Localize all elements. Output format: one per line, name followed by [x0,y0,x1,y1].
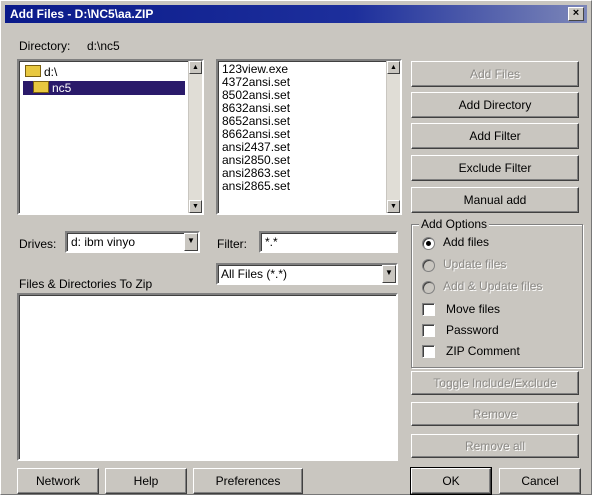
add-files-dialog: Add Files - D:\NC5\aa.ZIP × Directory: d… [0,0,592,495]
add-files-button[interactable]: Add Files [411,61,579,87]
scroll-up-icon[interactable]: ▲ [189,61,202,74]
zip-comment-checkbox[interactable] [422,345,435,358]
ok-button[interactable]: OK [410,467,492,495]
add-update-files-radio-label: Add & Update files [443,279,543,293]
add-update-files-radio[interactable] [422,281,435,294]
zip-comment-label: ZIP Comment [446,344,520,358]
chevron-down-icon[interactable]: ▼ [184,233,198,251]
folder-open-icon [33,81,49,93]
add-directory-button[interactable]: Add Directory [411,92,579,118]
file-list[interactable]: 123view.exe 4372ansi.set 8502ansi.set 86… [216,59,402,215]
folder-open-icon [25,65,41,77]
add-files-radio-label: Add files [443,235,490,249]
file-type-combo[interactable]: All Files (*.*) ▼ [216,263,398,285]
scroll-down-icon[interactable]: ▼ [189,200,202,213]
files-to-zip-list[interactable] [17,293,398,461]
move-files-checkbox[interactable] [422,303,435,316]
help-button[interactable]: Help [105,468,187,494]
file-list-scrollbar[interactable]: ▲ ▼ [386,61,400,213]
tree-item-root[interactable]: d:\ [25,65,57,79]
toggle-include-exclude-button[interactable]: Toggle Include/Exclude [411,371,579,395]
password-checkbox[interactable] [422,324,435,337]
scroll-up-icon[interactable]: ▲ [387,61,400,74]
list-item[interactable]: ansi2865.set [222,180,290,193]
remove-all-button[interactable]: Remove all [411,434,579,458]
drives-label: Drives: [19,237,57,251]
filter-label: Filter: [217,237,247,251]
exclude-filter-button[interactable]: Exclude Filter [411,155,579,181]
add-filter-button[interactable]: Add Filter [411,123,579,149]
scroll-down-icon[interactable]: ▼ [387,200,400,213]
close-button[interactable]: × [568,7,584,21]
file-list-items: 123view.exe 4372ansi.set 8502ansi.set 86… [222,63,290,193]
network-button[interactable]: Network [17,468,99,494]
password-label: Password [446,323,499,337]
preferences-button[interactable]: Preferences [193,468,303,494]
update-files-radio-label: Update files [443,257,507,271]
title-bar[interactable]: Add Files - D:\NC5\aa.ZIP × [5,5,587,23]
window-title: Add Files - D:\NC5\aa.ZIP [10,7,154,21]
cancel-button[interactable]: Cancel [499,468,581,494]
tree-item-selected[interactable]: nc5 [23,81,185,95]
tree-scrollbar[interactable]: ▲ ▼ [188,61,202,213]
remove-button[interactable]: Remove [411,402,579,426]
add-files-radio[interactable] [422,237,435,250]
directory-value: d:\nc5 [87,39,120,53]
files-to-zip-label: Files & Directories To Zip [19,277,153,291]
directory-tree[interactable]: d:\ nc5 ▲ ▼ [17,59,204,215]
filter-input[interactable]: *.* [259,231,398,253]
update-files-radio[interactable] [422,259,435,272]
manual-add-button[interactable]: Manual add [411,187,579,213]
move-files-label: Move files [446,302,501,316]
chevron-down-icon[interactable]: ▼ [382,265,396,283]
drives-combo[interactable]: d: ibm vinyo ▼ [65,231,200,253]
add-options-title: Add Options [419,217,490,231]
directory-label: Directory: [19,39,71,53]
